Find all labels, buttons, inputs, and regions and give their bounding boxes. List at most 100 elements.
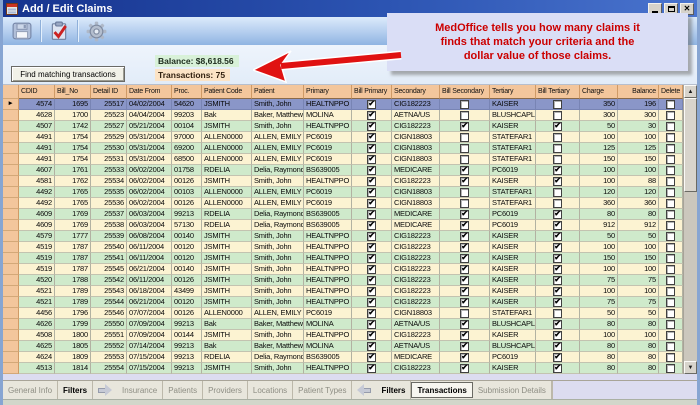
checkbox[interactable]: ✔	[367, 287, 376, 296]
tab-patient-types[interactable]: Patient Types	[293, 381, 352, 399]
row-selector[interactable]	[3, 319, 19, 330]
checkbox[interactable]	[666, 243, 675, 252]
checkbox[interactable]: ✔	[367, 342, 376, 351]
arrow-right-icon[interactable]	[98, 381, 112, 399]
checkbox[interactable]: ✔	[460, 287, 469, 296]
checkbox[interactable]	[666, 188, 675, 197]
row-selector[interactable]	[3, 198, 19, 209]
checkbox[interactable]: ✔	[367, 353, 376, 362]
checkbox[interactable]: ✔	[553, 122, 562, 131]
table-row[interactable]: 458117622553406/02/200400126JSMITHSmith,…	[3, 176, 683, 187]
checkbox[interactable]: ✔	[460, 331, 469, 340]
tab-filters[interactable]: Filters	[58, 381, 93, 399]
row-selector[interactable]	[3, 121, 19, 132]
row-selector[interactable]	[3, 330, 19, 341]
checkbox[interactable]	[666, 111, 675, 120]
checkbox[interactable]	[666, 221, 675, 230]
row-selector[interactable]	[3, 231, 19, 242]
checkbox[interactable]: ✔	[460, 166, 469, 175]
checkbox[interactable]	[666, 364, 675, 373]
checkbox[interactable]: ✔	[460, 320, 469, 329]
checkbox[interactable]	[666, 210, 675, 219]
checkbox[interactable]: ✔	[553, 364, 562, 373]
checkbox[interactable]	[666, 122, 675, 131]
table-row[interactable]: 449117542553005/31/200469200ALLEN0000ALL…	[3, 143, 683, 154]
checkbox[interactable]	[666, 144, 675, 153]
tab-filters[interactable]: Filters	[376, 381, 411, 399]
checkbox[interactable]: ✔	[553, 210, 562, 219]
table-row[interactable]: 450818002555107/09/200400144JSMITHSmith,…	[3, 330, 683, 341]
checkbox[interactable]: ✔	[460, 353, 469, 362]
checkbox[interactable]	[460, 199, 469, 208]
checkbox[interactable]: ✔	[460, 298, 469, 307]
checkbox[interactable]: ✔	[367, 364, 376, 373]
checkbox[interactable]: ✔	[460, 276, 469, 285]
checkbox[interactable]	[666, 254, 675, 263]
checkbox[interactable]	[666, 265, 675, 274]
checkbox[interactable]: ✔	[367, 265, 376, 274]
checkbox[interactable]: ✔	[460, 221, 469, 230]
column-header-delete[interactable]: Delete	[659, 85, 683, 99]
checkbox[interactable]	[553, 199, 562, 208]
checkbox[interactable]: ✔	[553, 265, 562, 274]
checkbox[interactable]: ✔	[553, 320, 562, 329]
table-row[interactable]: 462418092555307/15/200499213RDELIADelia,…	[3, 352, 683, 363]
checkbox[interactable]: ✔	[367, 122, 376, 131]
row-selector[interactable]	[3, 176, 19, 187]
table-row[interactable]: 449117542552905/31/200497000ALLEN0000ALL…	[3, 132, 683, 143]
table-row[interactable]: 462817002552304/04/200499203BakBaker, Ma…	[3, 110, 683, 121]
checkbox[interactable]	[666, 199, 675, 208]
checkbox[interactable]: ✔	[460, 177, 469, 186]
table-row[interactable]: 462518052555207/14/200499213BakBaker, Ma…	[3, 341, 683, 352]
column-header-proc-[interactable]: Proc.	[172, 85, 202, 99]
column-header-bill-secondary[interactable]: Bill Secondary	[440, 85, 490, 99]
checkbox[interactable]: ✔	[367, 309, 376, 318]
tab-locations[interactable]: Locations	[248, 381, 293, 399]
table-row[interactable]: 460717612553306/02/200401758RDELIADelia,…	[3, 165, 683, 176]
checkbox[interactable]	[460, 155, 469, 164]
checkbox[interactable]	[666, 133, 675, 142]
row-selector[interactable]	[3, 253, 19, 264]
row-selector[interactable]: ►	[3, 99, 19, 110]
checkbox[interactable]	[460, 188, 469, 197]
table-row[interactable]: 460917692553706/03/200499213RDELIADelia,…	[3, 209, 683, 220]
table-row[interactable]: 451917872554506/21/200400140JSMITHSmith,…	[3, 264, 683, 275]
checkbox[interactable]: ✔	[367, 298, 376, 307]
checkbox[interactable]	[666, 155, 675, 164]
table-row[interactable]: 457917772553906/08/200400140JSMITHSmith,…	[3, 231, 683, 242]
checkbox[interactable]: ✔	[460, 210, 469, 219]
column-header-detail-id[interactable]: Detail ID	[91, 85, 127, 99]
checkbox[interactable]: ✔	[553, 276, 562, 285]
checkbox[interactable]: ✔	[367, 133, 376, 142]
row-selector[interactable]	[3, 297, 19, 308]
checkbox[interactable]: ✔	[367, 177, 376, 186]
checkbox[interactable]: ✔	[367, 232, 376, 241]
table-row[interactable]: 451318142555407/15/200499213JSMITHSmith,…	[3, 363, 683, 374]
row-selector[interactable]	[3, 308, 19, 319]
row-selector[interactable]	[3, 187, 19, 198]
table-row[interactable]: 449217652553606/02/200400126ALLEN0000ALL…	[3, 198, 683, 209]
checkbox[interactable]	[553, 309, 562, 318]
checkbox[interactable]	[553, 111, 562, 120]
row-selector[interactable]	[3, 143, 19, 154]
checkbox[interactable]: ✔	[460, 243, 469, 252]
checkbox[interactable]	[553, 100, 562, 109]
checkbox[interactable]: ✔	[460, 364, 469, 373]
checkbox[interactable]	[666, 287, 675, 296]
checkbox[interactable]	[666, 298, 675, 307]
checkbox[interactable]: ✔	[367, 100, 376, 109]
save-button[interactable]	[7, 18, 37, 44]
checkbox[interactable]: ✔	[553, 353, 562, 362]
row-selector[interactable]	[3, 154, 19, 165]
column-header-balance[interactable]: Balance	[618, 85, 659, 99]
table-row[interactable]: 451917872554006/11/200400120JSMITHSmith,…	[3, 242, 683, 253]
checkbox[interactable]: ✔	[553, 342, 562, 351]
checkbox[interactable]: ✔	[367, 166, 376, 175]
row-selector[interactable]	[3, 341, 19, 352]
tab-patients[interactable]: Patients	[163, 381, 203, 399]
checkbox[interactable]: ✔	[367, 243, 376, 252]
scroll-down-button[interactable]: ▼	[684, 361, 697, 374]
column-header-bill-primary[interactable]: Bill Primary	[352, 85, 392, 99]
checkbox[interactable]	[553, 188, 562, 197]
scrollbar-thumb[interactable]	[684, 98, 697, 192]
